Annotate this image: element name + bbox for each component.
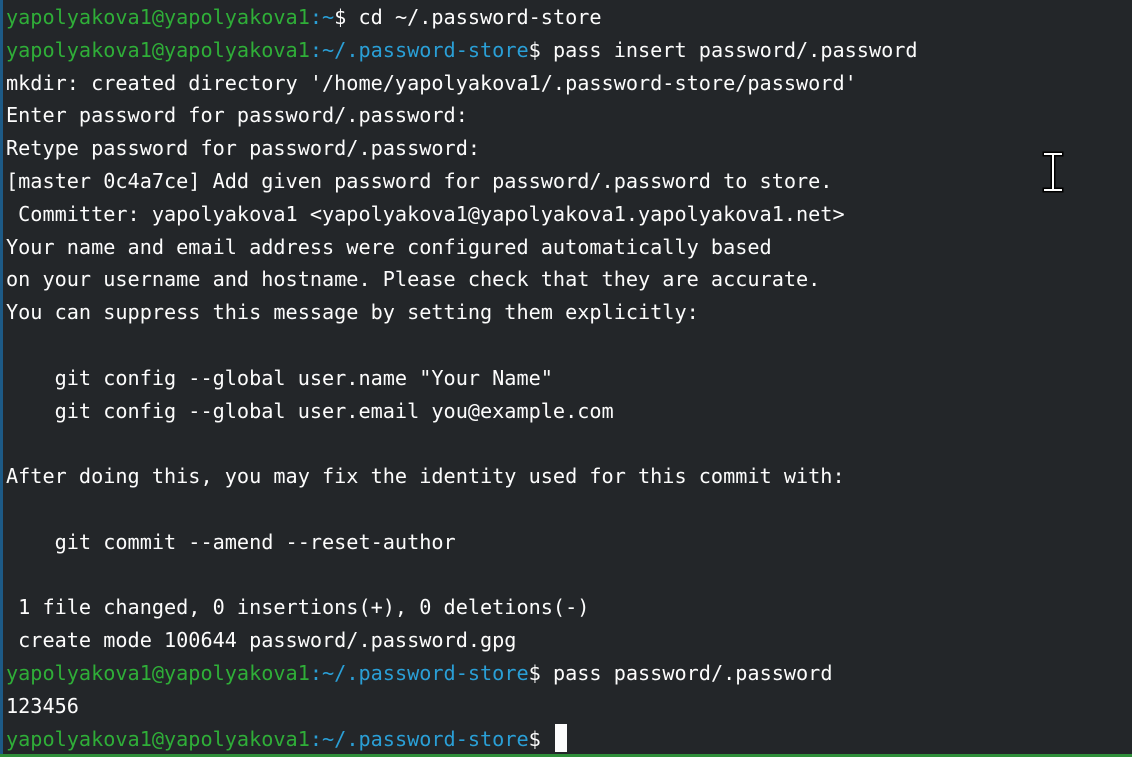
window-left-border bbox=[0, 0, 3, 757]
output-line: After doing this, you may fix the identi… bbox=[6, 464, 845, 489]
prompt-colon: : bbox=[309, 5, 323, 29]
output-line: Your name and email address were configu… bbox=[6, 234, 772, 259]
prompt-user-host: yapolyakova1@yapolyakova1 bbox=[6, 5, 310, 29]
prompt-colon: : bbox=[309, 37, 323, 62]
prompt-colon: : bbox=[309, 660, 323, 685]
output-line: [master 0c4a7ce] Add given password for … bbox=[6, 168, 833, 193]
command-text: cd ~/.password-store bbox=[358, 5, 602, 29]
prompt-line: yapolyakova1@yapolyakova1:~/.password-st… bbox=[6, 34, 918, 67]
ibeam-cursor-icon bbox=[1042, 151, 1064, 193]
prompt-line: yapolyakova1@yapolyakova1:~$ cd ~/.passw… bbox=[6, 1, 918, 34]
command-text: pass password/.password bbox=[552, 660, 833, 685]
prompt-sigil: $ bbox=[528, 726, 553, 751]
output-line: 123456 bbox=[6, 693, 79, 718]
prompt-sigil: $ bbox=[528, 660, 553, 685]
prompt-line: yapolyakova1@yapolyakova1:~/.password-st… bbox=[6, 657, 918, 690]
output-line: Committer: yapolyakova1 <yapolyakova1@ya… bbox=[6, 201, 845, 226]
command-text: pass insert password/.password bbox=[552, 37, 918, 62]
terminal-window[interactable]: yapolyakova1@yapolyakova1:~$ cd ~/.passw… bbox=[0, 0, 1132, 757]
block-cursor-icon bbox=[554, 723, 567, 752]
output-line: on your username and hostname. Please ch… bbox=[6, 267, 821, 292]
output-line: Retype password for password/.password: bbox=[6, 136, 481, 161]
prompt-colon: : bbox=[309, 726, 323, 751]
prompt-user-host: yapolyakova1@yapolyakova1 bbox=[6, 726, 310, 751]
prompt-sigil: $ bbox=[528, 37, 553, 62]
output-line: You can suppress this message by setting… bbox=[6, 300, 699, 325]
output-line: git config --global user.email you@examp… bbox=[6, 398, 614, 423]
prompt-path: ~/.password-store bbox=[322, 660, 529, 685]
output-line: git commit --amend --reset-author bbox=[6, 529, 456, 554]
output-line: git config --global user.name "Your Name… bbox=[6, 365, 553, 390]
prompt-sigil: $ bbox=[334, 5, 359, 29]
terminal-output[interactable]: yapolyakova1@yapolyakova1:~$ cd ~/.passw… bbox=[6, 1, 918, 755]
prompt-user-host: yapolyakova1@yapolyakova1 bbox=[6, 37, 310, 62]
output-line: mkdir: created directory '/home/yapolyak… bbox=[6, 70, 857, 95]
prompt-path: ~/.password-store bbox=[322, 726, 529, 751]
prompt-user-host: yapolyakova1@yapolyakova1 bbox=[6, 660, 310, 685]
output-line: create mode 100644 password/.password.gp… bbox=[6, 628, 517, 653]
output-line: Enter password for password/.password: bbox=[6, 103, 468, 128]
output-line: 1 file changed, 0 insertions(+), 0 delet… bbox=[6, 595, 590, 620]
prompt-path: ~ bbox=[322, 5, 335, 29]
prompt-line: yapolyakova1@yapolyakova1:~/.password-st… bbox=[6, 723, 918, 756]
prompt-path: ~/.password-store bbox=[322, 37, 529, 62]
